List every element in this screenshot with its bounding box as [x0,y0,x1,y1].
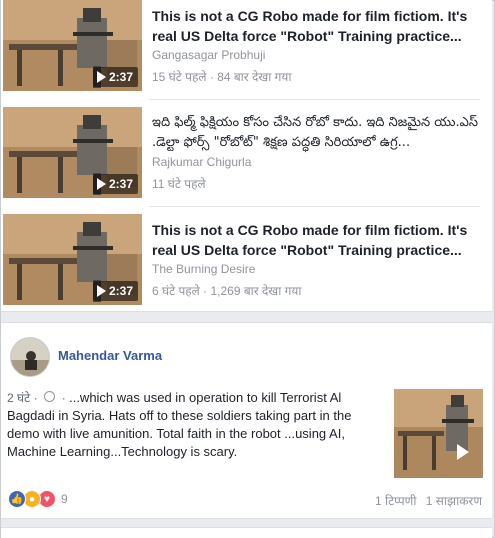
post-author[interactable]: Mahendar Varma [58,348,162,363]
comments-link[interactable]: 1 टिप्पणी [375,494,416,508]
play-icon [96,285,106,297]
video-author[interactable]: The Burning Desire [152,262,255,276]
duration-text: 2:37 [108,177,133,191]
play-icon [96,178,106,190]
video-meta: 6 घंटे पहले · 1,269 बार देखा गया [152,284,302,298]
like-reaction-icon: 👍 [8,490,26,508]
duration-badge: 2:37 [92,281,138,301]
video-thumbnail[interactable]: 2:37 [3,0,142,91]
video-item[interactable]: 2:37 This is not a CG Robo made for film… [1,214,492,314]
divider [149,99,480,100]
next-card-edge [1,527,492,538]
post-card: Mahendar Varma 2 घंटे · · ...which was u… [1,322,492,519]
reactions-summary[interactable]: 👍 ● ♥ 9 [8,490,68,508]
duration-badge: 2:37 [92,174,138,194]
video-thumbnail[interactable]: 2:37 [3,214,142,305]
play-icon [96,71,106,83]
robot-scene-image [394,389,483,478]
avatar-image [11,338,49,376]
video-title[interactable]: ఇది ఫిల్మ్ ఫిక్షియం కోసం చేసిన రోబో కాదు… [152,113,482,153]
duration-text: 2:37 [108,70,133,84]
duration-text: 2:37 [108,284,133,298]
post-video-thumbnail[interactable] [394,389,483,478]
video-meta: 15 घंटे पहले · 84 बार देखा गया [152,70,292,84]
post-body: 2 घंटे · · ...which was used in operatio… [7,390,352,459]
video-title[interactable]: This is not a CG Robo made for film fict… [152,220,482,260]
video-item[interactable]: 2:37 ఇది ఫిల్మ్ ఫిక్షియం కోసం చేసిన రోబో… [1,107,492,207]
post-stats: 1 टिप्पणी 1 साझाकरण [375,492,482,509]
avatar[interactable] [10,337,50,377]
shares-link[interactable]: 1 साझाकरण [426,494,482,508]
duration-badge: 2:37 [92,67,138,87]
reaction-count: 9 [61,492,68,506]
video-item[interactable]: 2:37 This is not a CG Robo made for film… [1,0,492,100]
post-time[interactable]: 2 घंटे [7,391,30,405]
post-text: ...which was used in operation to kill T… [7,390,352,459]
video-author[interactable]: Gangasagar Probhuji [152,48,265,62]
video-author[interactable]: Rajkumar Chigurla [152,155,251,169]
divider [149,206,480,207]
video-meta: 11 घंटे पहले [152,177,206,191]
video-thumbnail[interactable]: 2:37 [3,107,142,198]
video-list-card: 2:37 This is not a CG Robo made for film… [1,0,492,312]
globe-icon [44,391,56,402]
play-icon [457,444,469,460]
video-title[interactable]: This is not a CG Robo made for film fict… [152,6,482,46]
